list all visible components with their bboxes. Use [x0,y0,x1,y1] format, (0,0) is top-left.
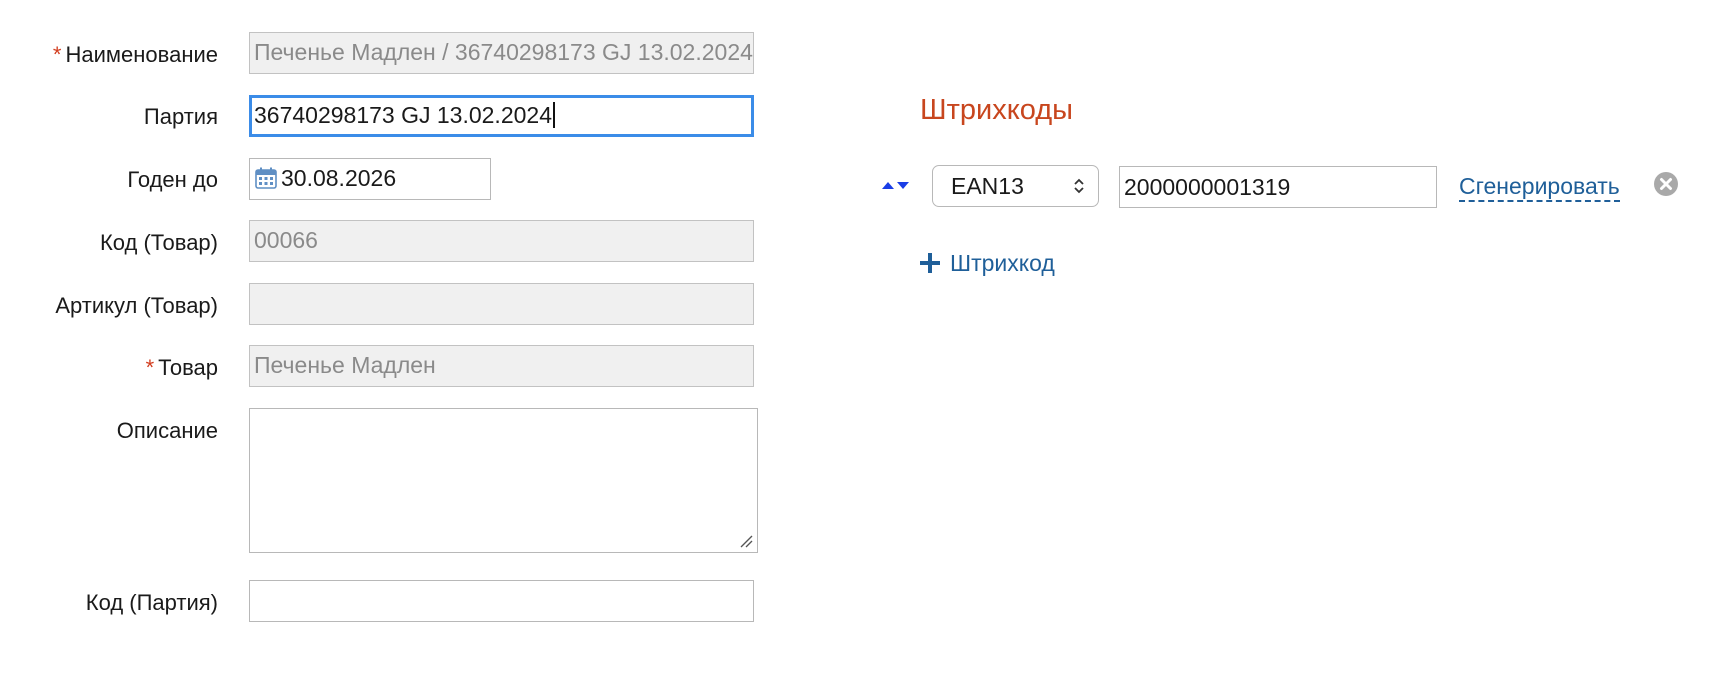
description-label: Описание [116,418,218,443]
product-code-label: Код (Товар) [99,230,218,255]
barcode-type-select[interactable]: EAN13 [932,165,1099,207]
row-batch-code: Код (Партия) [0,582,218,616]
expiry-date-field[interactable]: 30.08.2026 [249,158,491,200]
expiry-label: Годен до [127,167,218,192]
batch-code-label: Код (Партия) [85,590,218,615]
barcode-value-input[interactable]: 2000000001319 [1119,166,1437,208]
row-description: Описание [0,410,218,444]
row-expiry: Годен до [0,159,218,193]
product-article-label: Артикул (Товар) [55,293,218,318]
add-barcode-label: Штрихкод [950,250,1055,276]
product-label: * Товар [145,355,218,380]
product-code-field[interactable]: 00066 [249,220,754,262]
product-field[interactable]: Печенье Мадлен [249,345,754,387]
name-label: * Наименование [52,42,218,67]
batch-label: Партия [143,104,218,129]
row-product-code: Код (Товар) [0,222,218,256]
batch-form-page: * Наименование Печенье Мадлен / 367402981… [0,0,1726,694]
calendar-icon[interactable] [255,167,277,189]
row-product-article: Артикул (Товар) [0,285,218,319]
row-name: * Наименование [0,34,218,68]
chevron-updown-icon [1074,178,1084,194]
add-barcode-button[interactable]: Штрихкод [920,249,1055,277]
remove-barcode-icon[interactable] [1653,171,1679,197]
barcode-type-value: EAN13 [951,173,1024,199]
text-caret [553,102,555,128]
plus-icon [920,253,940,273]
sort-arrows-icon[interactable] [881,178,911,192]
batch-input-text: 36740298173 GJ 13.02.2024 [254,102,552,128]
generate-barcode-link[interactable]: Сгенерировать [1459,172,1620,202]
batch-input[interactable]: 36740298173 GJ 13.02.2024 [249,95,754,137]
resize-grip-icon[interactable] [739,534,753,548]
required-mark: * [145,355,155,380]
row-batch: Партия [0,96,218,130]
name-field[interactable]: Печенье Мадлен / 36740298173 GJ 13.02.20… [249,32,754,74]
barcodes-section-title: Штрихкоды [920,94,1073,126]
batch-code-input[interactable] [249,580,754,622]
required-mark: * [52,42,62,67]
product-article-field[interactable] [249,283,754,325]
row-product: * Товар [0,347,218,381]
expiry-date-value: 30.08.2026 [281,165,397,191]
description-textarea[interactable] [249,408,758,553]
